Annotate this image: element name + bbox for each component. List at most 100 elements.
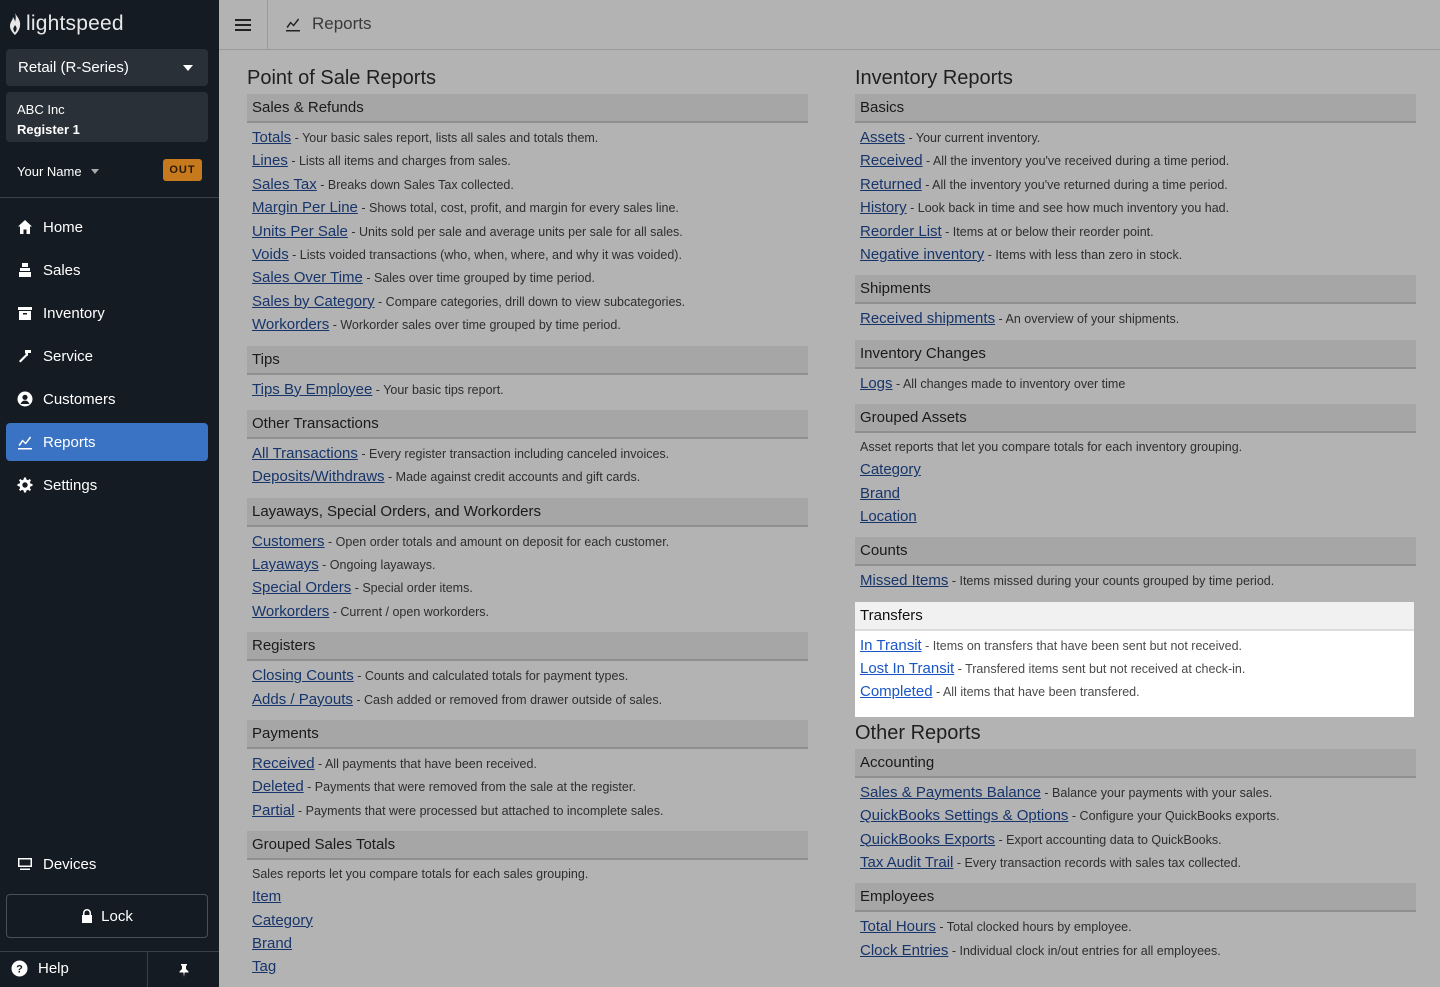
report-link[interactable]: Units Per Sale (252, 223, 348, 240)
sidebar-item-home[interactable]: Home (6, 208, 208, 246)
report-row: Brand (860, 482, 1411, 505)
report-description: - Shows total, cost, profit, and margin … (357, 201, 679, 216)
report-link[interactable]: All Transactions (252, 445, 358, 462)
report-row: Units Per Sale - Units sold per sale and… (252, 220, 803, 243)
report-row: Totals - Your basic sales report, lists … (252, 126, 803, 149)
report-description: - Breaks down Sales Tax collected. (316, 177, 514, 192)
group-body: Totals - Your basic sales report, lists … (247, 123, 808, 346)
group-description: Asset reports that let you compare total… (860, 440, 1243, 455)
report-link[interactable]: History (860, 199, 907, 216)
top-header: Reports (219, 0, 1440, 50)
pin-icon (179, 964, 188, 977)
report-link[interactable]: Received (860, 152, 923, 169)
sidebar-item-devices[interactable]: Devices (6, 845, 208, 883)
report-row: Item (252, 885, 803, 908)
report-group-highlighted: Transfers In Transit - Items on transfers… (855, 601, 1414, 717)
pos-report-groups: Sales & Refunds Totals - Your basic sales… (247, 94, 808, 987)
report-link[interactable]: Deposits/Withdraws (252, 468, 385, 485)
report-link[interactable]: Assets (860, 129, 905, 146)
report-link[interactable]: Logs (860, 375, 893, 392)
report-description: - Ongoing layaways. (318, 558, 436, 573)
report-row: Returned - All the inventory you've retu… (860, 173, 1411, 196)
report-link[interactable]: Tax Audit Trail (860, 854, 953, 871)
report-description: - All the inventory you've received duri… (922, 154, 1230, 169)
report-link[interactable]: In Transit (860, 637, 922, 654)
report-description: - Your basic sales report, lists all sal… (291, 131, 599, 145)
report-link[interactable]: Margin Per Line (252, 199, 358, 216)
report-description: - All payments that have been received. (314, 757, 537, 772)
report-link[interactable]: QuickBooks Settings & Options (860, 807, 1068, 824)
help-label: Help (38, 960, 69, 977)
report-link[interactable]: Tips By Employee (252, 381, 372, 398)
report-link[interactable]: Sales & Payments Balance (860, 784, 1041, 801)
report-link[interactable]: Brand (860, 485, 900, 502)
report-link[interactable]: Item (252, 888, 281, 905)
reports-icon (286, 18, 300, 32)
report-link[interactable]: Closing Counts (252, 667, 354, 684)
report-link[interactable]: Reorder List (860, 223, 942, 240)
report-link[interactable]: Total Hours (860, 918, 936, 935)
report-link[interactable]: Lines (252, 152, 288, 169)
report-link[interactable]: Lost In Transit (860, 660, 954, 677)
report-link[interactable]: Special Orders (252, 579, 351, 596)
report-link[interactable]: Deleted (252, 778, 304, 795)
report-link[interactable]: Adds / Payouts (252, 691, 353, 708)
group-heading: Transfers (855, 601, 1414, 631)
product-select[interactable]: Retail (R-Series) (6, 49, 208, 86)
report-link[interactable]: Totals (252, 129, 291, 146)
group-heading: Shipments (855, 275, 1416, 305)
report-link[interactable]: Category (860, 461, 921, 478)
report-group: Counts Missed Items - Items missed during… (855, 537, 1416, 601)
sidebar-item-reports[interactable]: Reports (6, 423, 208, 461)
report-link[interactable]: Missed Items (860, 572, 948, 589)
sidebar-item-sales[interactable]: Sales (6, 251, 208, 289)
report-link[interactable]: Location (860, 508, 917, 525)
report-description: - Configure your QuickBooks exports. (1068, 809, 1280, 824)
report-group: Payments Received - All payments that hav… (247, 720, 808, 831)
report-link[interactable]: Voids (252, 246, 289, 263)
pin-sidebar-button[interactable] (147, 952, 219, 987)
report-link[interactable]: Partial (252, 802, 295, 819)
sales-icon (17, 262, 33, 278)
report-description: - Compare categories, drill down to view… (374, 294, 686, 309)
group-heading: Grouped Sales Totals (247, 831, 808, 861)
user-menu[interactable]: Your Name OUT (17, 159, 203, 183)
sidebar-item-settings[interactable]: Settings (6, 466, 208, 504)
report-link[interactable]: Returned (860, 176, 922, 193)
service-icon (17, 348, 33, 364)
help-button[interactable]: ? Help (11, 960, 69, 977)
sidebar-item-label: Home (43, 218, 84, 236)
report-link[interactable]: QuickBooks Exports (860, 831, 995, 848)
clock-status-badge[interactable]: OUT (163, 159, 202, 181)
logo-text: lightspeed (26, 12, 124, 35)
lightspeed-logo[interactable]: lightspeed (7, 12, 124, 36)
report-row: Missed Items - Items missed during your … (860, 569, 1411, 592)
report-link[interactable]: Received (252, 755, 315, 772)
sidebar-item-customers[interactable]: Customers (6, 380, 208, 418)
report-link[interactable]: Brand (252, 935, 292, 952)
report-link[interactable]: Layaways (252, 556, 319, 573)
sidebar-item-inventory[interactable]: Inventory (6, 294, 208, 332)
report-link[interactable]: Received shipments (860, 310, 995, 327)
report-description: - Workorder sales over time grouped by t… (329, 318, 621, 333)
menu-toggle-button[interactable] (219, 0, 268, 50)
report-link[interactable]: Clock Entries (860, 942, 948, 959)
report-link[interactable]: Customers (252, 533, 325, 550)
report-description: - All the inventory you've returned duri… (921, 177, 1228, 192)
sidebar-item-service[interactable]: Service (6, 337, 208, 375)
report-description: - Your current inventory. (905, 131, 1041, 145)
report-link[interactable]: Sales Over Time (252, 269, 363, 286)
shop-register-box[interactable]: ABC Inc Register 1 (6, 92, 208, 142)
sidebar-divider (0, 197, 219, 198)
report-link[interactable]: Workorders (252, 603, 329, 620)
section-title: Other Reports (855, 721, 981, 744)
report-link[interactable]: Completed (860, 683, 933, 700)
report-link[interactable]: Tag (252, 958, 276, 975)
report-link[interactable]: Sales Tax (252, 176, 317, 193)
report-link[interactable]: Category (252, 912, 313, 929)
report-link[interactable]: Sales by Category (252, 293, 375, 310)
report-description: - Current / open workorders. (329, 604, 490, 619)
report-link[interactable]: Negative inventory (860, 246, 984, 263)
lock-button[interactable]: Lock (6, 894, 208, 938)
report-link[interactable]: Workorders (252, 316, 329, 333)
